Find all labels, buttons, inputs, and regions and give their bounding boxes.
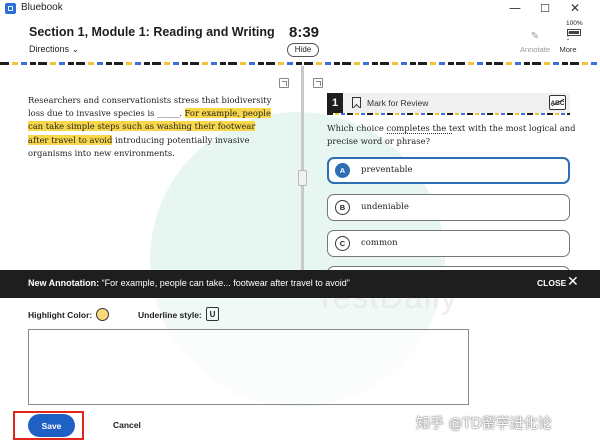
app-name: Bluebook: [21, 2, 63, 13]
timer: 8:39: [289, 24, 320, 41]
choice-letter-a: A: [335, 163, 350, 178]
choice-text-a: preventable: [361, 165, 413, 175]
answer-choice-c[interactable]: C common: [327, 230, 570, 257]
annotation-header: New Annotation: “For example, people can…: [0, 270, 600, 298]
answer-choice-b[interactable]: B undeniable: [327, 194, 570, 221]
section-title: Section 1, Module 1: Reading and Writing: [29, 25, 275, 39]
choice-text-c: common: [361, 238, 398, 248]
battery-level: 100%: [566, 20, 583, 27]
watermark-credit: 知乎 @TD留学进化论: [416, 416, 552, 432]
underline-style-button[interactable]: U: [206, 307, 219, 321]
annotation-quote: “For example, people can take... footwea…: [101, 278, 350, 288]
window-titlebar: Bluebook — ☐ ✕: [0, 0, 600, 17]
window-close-button[interactable]: ✕: [560, 0, 590, 17]
choice-letter-c: C: [335, 236, 350, 251]
annotate-button[interactable]: ✎ Annotate: [517, 30, 553, 54]
pencil-icon: ✎: [530, 31, 540, 42]
vertical-ellipsis-icon: ⋮: [563, 31, 573, 42]
prompt-underlined-text: completes the t: [386, 123, 453, 134]
highlight-color-swatch[interactable]: [96, 308, 109, 321]
hide-timer-button[interactable]: Hide: [287, 43, 319, 57]
directions-label: Directions: [29, 44, 70, 54]
highlight-color-label: Highlight Color:: [28, 310, 93, 320]
maximize-button[interactable]: ☐: [530, 0, 560, 17]
minimize-button[interactable]: —: [500, 0, 530, 17]
annotation-title: New Annotation: “For example, people can…: [28, 278, 350, 288]
pane-divider[interactable]: [301, 66, 304, 270]
prompt-text-start: Which choice: [327, 123, 387, 133]
close-icon[interactable]: ✕: [567, 274, 579, 290]
choice-text-b: undeniable: [361, 202, 409, 212]
answer-eliminator-button[interactable]: ABC: [549, 95, 566, 110]
passage-text-mid: .: [179, 108, 185, 119]
passage-blank: ______: [157, 108, 180, 119]
bookmark-icon[interactable]: [352, 97, 361, 108]
underline-style-label: Underline style:: [138, 310, 202, 320]
question-prompt: Which choice completes the text with the…: [327, 122, 577, 148]
choice-letter-b: B: [335, 200, 350, 215]
question-header-bar: [327, 93, 570, 113]
exam-header: Section 1, Module 1: Reading and Writing…: [0, 17, 600, 62]
cancel-button[interactable]: Cancel: [113, 420, 141, 430]
app-logo-icon: [5, 3, 16, 14]
more-label: More: [559, 45, 577, 54]
annotation-title-label: New Annotation:: [28, 278, 100, 288]
question-number: 1: [327, 93, 343, 113]
pane-resize-handle[interactable]: [298, 170, 307, 186]
close-annotation-button[interactable]: CLOSE: [537, 278, 566, 288]
more-button[interactable]: ⋮ More: [554, 30, 582, 54]
save-button-callout: [13, 411, 84, 440]
directions-dropdown[interactable]: Directions ⌄: [29, 44, 79, 54]
expand-passage-icon[interactable]: [279, 78, 289, 88]
mark-for-review-button[interactable]: Mark for Review: [367, 98, 428, 108]
passage-text: Researchers and conservationists stress …: [28, 94, 276, 160]
annotate-label: Annotate: [519, 45, 551, 54]
question-header-divider: [327, 113, 570, 115]
chevron-down-icon: ⌄: [72, 45, 79, 54]
expand-question-icon[interactable]: [313, 78, 323, 88]
annotation-note-input[interactable]: [28, 329, 469, 405]
answer-choice-a[interactable]: A preventable: [327, 157, 570, 184]
header-divider: [0, 62, 600, 65]
